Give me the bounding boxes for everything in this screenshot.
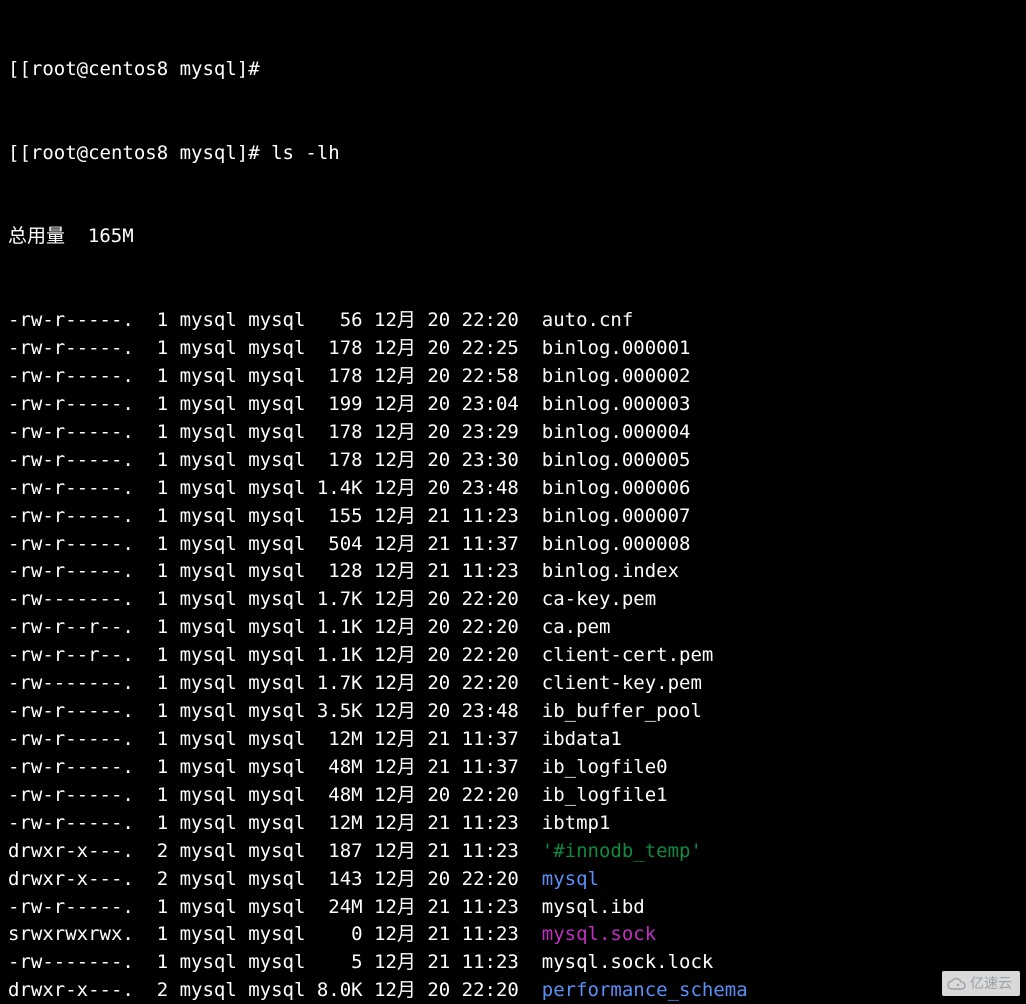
listing-row: -rw-r-----. 1 mysql mysql 12M 12月 21 11:… (8, 810, 1018, 838)
file-name: mysql.sock.lock (542, 951, 714, 973)
file-meta: -rw-r--r--. 1 mysql mysql 1.1K 12月 20 22… (8, 644, 542, 666)
file-name: binlog.000003 (542, 393, 691, 415)
file-meta: -rw-r-----. 1 mysql mysql 1.4K 12月 20 23… (8, 477, 542, 499)
listing-row: drwxr-x---. 2 mysql mysql 187 12月 21 11:… (8, 838, 1018, 866)
listing-row: -rw-------. 1 mysql mysql 5 12月 21 11:23… (8, 949, 1018, 977)
file-name: binlog.000005 (542, 449, 691, 471)
listing-row: -rw-r-----. 1 mysql mysql 48M 12月 21 11:… (8, 754, 1018, 782)
file-name: mysql.ibd (542, 896, 645, 918)
prompt-text: [[root@centos8 mysql]# (8, 142, 271, 164)
file-name: ca-key.pem (542, 588, 656, 610)
file-meta: -rw-r-----. 1 mysql mysql 12M 12月 21 11:… (8, 728, 542, 750)
file-name: ibtmp1 (542, 812, 611, 834)
file-name: ibdata1 (542, 728, 622, 750)
file-name: mysql (542, 868, 599, 890)
file-name: ca.pem (542, 616, 611, 638)
listing-row: -rw-r--r--. 1 mysql mysql 1.1K 12月 20 22… (8, 614, 1018, 642)
file-meta: -rw-r-----. 1 mysql mysql 48M 12月 21 11:… (8, 756, 542, 778)
file-meta: -rw-r-----. 1 mysql mysql 178 12月 20 22:… (8, 365, 542, 387)
listing-row: -rw-r-----. 1 mysql mysql 178 12月 20 23:… (8, 447, 1018, 475)
file-name: client-cert.pem (542, 644, 714, 666)
listing-row: srwxrwxrwx. 1 mysql mysql 0 12月 21 11:23… (8, 921, 1018, 949)
listing-row: -rw-r-----. 1 mysql mysql 178 12月 20 22:… (8, 335, 1018, 363)
file-name: binlog.000008 (542, 533, 691, 555)
listing-row: drwxr-x---. 2 mysql mysql 143 12月 20 22:… (8, 866, 1018, 894)
prompt-line-2: [[root@centos8 mysql]# ls -lh (8, 140, 1018, 168)
watermark-text: 亿速云 (970, 973, 1012, 994)
file-meta: -rw-r-----. 1 mysql mysql 504 12月 21 11:… (8, 533, 542, 555)
listing-row: -rw-r-----. 1 mysql mysql 24M 12月 21 11:… (8, 894, 1018, 922)
file-meta: -rw-r-----. 1 mysql mysql 24M 12月 21 11:… (8, 896, 542, 918)
file-listing: -rw-r-----. 1 mysql mysql 56 12月 20 22:2… (8, 307, 1018, 1004)
command-text: ls -lh (271, 142, 340, 164)
listing-row: -rw-r-----. 1 mysql mysql 1.4K 12月 20 23… (8, 475, 1018, 503)
total-line: 总用量 165M (8, 223, 1018, 251)
prompt-text: [[root@centos8 mysql]# (8, 58, 260, 80)
cloud-icon (946, 977, 966, 991)
listing-row: -rw-r-----. 1 mysql mysql 178 12月 20 22:… (8, 363, 1018, 391)
file-meta: -rw-r-----. 1 mysql mysql 56 12月 20 22:2… (8, 309, 542, 331)
file-name: mysql.sock (542, 923, 656, 945)
file-meta: drwxr-x---. 2 mysql mysql 143 12月 20 22:… (8, 868, 542, 890)
listing-row: -rw-r-----. 1 mysql mysql 48M 12月 20 22:… (8, 782, 1018, 810)
file-name: binlog.index (542, 560, 679, 582)
file-meta: drwxr-x---. 2 mysql mysql 8.0K 12月 20 22… (8, 979, 542, 1001)
file-meta: srwxrwxrwx. 1 mysql mysql 0 12月 21 11:23 (8, 923, 542, 945)
file-name: binlog.000002 (542, 365, 691, 387)
file-meta: -rw-r-----. 1 mysql mysql 178 12月 20 23:… (8, 449, 542, 471)
file-name: binlog.000006 (542, 477, 691, 499)
file-name: binlog.000004 (542, 421, 691, 443)
file-meta: -rw-r-----. 1 mysql mysql 48M 12月 20 22:… (8, 784, 542, 806)
file-meta: -rw-r-----. 1 mysql mysql 3.5K 12月 20 23… (8, 700, 542, 722)
file-name: client-key.pem (542, 672, 702, 694)
file-meta: -rw-r-----. 1 mysql mysql 178 12月 20 22:… (8, 337, 542, 359)
file-meta: -rw-r-----. 1 mysql mysql 155 12月 21 11:… (8, 505, 542, 527)
listing-row: -rw-------. 1 mysql mysql 1.7K 12月 20 22… (8, 586, 1018, 614)
terminal-output[interactable]: [[root@centos8 mysql]# [[root@centos8 my… (0, 0, 1026, 1004)
listing-row: -rw-r-----. 1 mysql mysql 3.5K 12月 20 23… (8, 698, 1018, 726)
file-name: '#innodb_temp' (542, 840, 702, 862)
file-meta: -rw-------. 1 mysql mysql 1.7K 12月 20 22… (8, 588, 542, 610)
file-meta: -rw-r-----. 1 mysql mysql 128 12月 21 11:… (8, 560, 542, 582)
listing-row: -rw-r-----. 1 mysql mysql 56 12月 20 22:2… (8, 307, 1018, 335)
file-name: performance_schema (542, 979, 748, 1001)
listing-row: -rw-r-----. 1 mysql mysql 199 12月 20 23:… (8, 391, 1018, 419)
file-name: ib_logfile1 (542, 784, 668, 806)
listing-row: -rw-r-----. 1 mysql mysql 155 12月 21 11:… (8, 503, 1018, 531)
listing-row: -rw-------. 1 mysql mysql 1.7K 12月 20 22… (8, 670, 1018, 698)
file-name: ib_logfile0 (542, 756, 668, 778)
file-name: binlog.000001 (542, 337, 691, 359)
file-meta: -rw-r--r--. 1 mysql mysql 1.1K 12月 20 22… (8, 616, 542, 638)
listing-row: -rw-r-----. 1 mysql mysql 12M 12月 21 11:… (8, 726, 1018, 754)
listing-row: -rw-r--r--. 1 mysql mysql 1.1K 12月 20 22… (8, 642, 1018, 670)
file-meta: -rw-r-----. 1 mysql mysql 12M 12月 21 11:… (8, 812, 542, 834)
file-meta: -rw-------. 1 mysql mysql 5 12月 21 11:23 (8, 951, 542, 973)
file-meta: -rw-r-----. 1 mysql mysql 199 12月 20 23:… (8, 393, 542, 415)
watermark-badge: 亿速云 (942, 971, 1020, 996)
file-name: auto.cnf (542, 309, 634, 331)
file-name: binlog.000007 (542, 505, 691, 527)
file-name: ib_buffer_pool (542, 700, 702, 722)
file-meta: drwxr-x---. 2 mysql mysql 187 12月 21 11:… (8, 840, 542, 862)
total-label: 总用量 165M (8, 225, 134, 247)
file-meta: -rw-r-----. 1 mysql mysql 178 12月 20 23:… (8, 421, 542, 443)
prompt-line-1: [[root@centos8 mysql]# (8, 56, 1018, 84)
listing-row: -rw-r-----. 1 mysql mysql 178 12月 20 23:… (8, 419, 1018, 447)
listing-row: drwxr-x---. 2 mysql mysql 8.0K 12月 20 22… (8, 977, 1018, 1004)
listing-row: -rw-r-----. 1 mysql mysql 128 12月 21 11:… (8, 558, 1018, 586)
listing-row: -rw-r-----. 1 mysql mysql 504 12月 21 11:… (8, 531, 1018, 559)
file-meta: -rw-------. 1 mysql mysql 1.7K 12月 20 22… (8, 672, 542, 694)
